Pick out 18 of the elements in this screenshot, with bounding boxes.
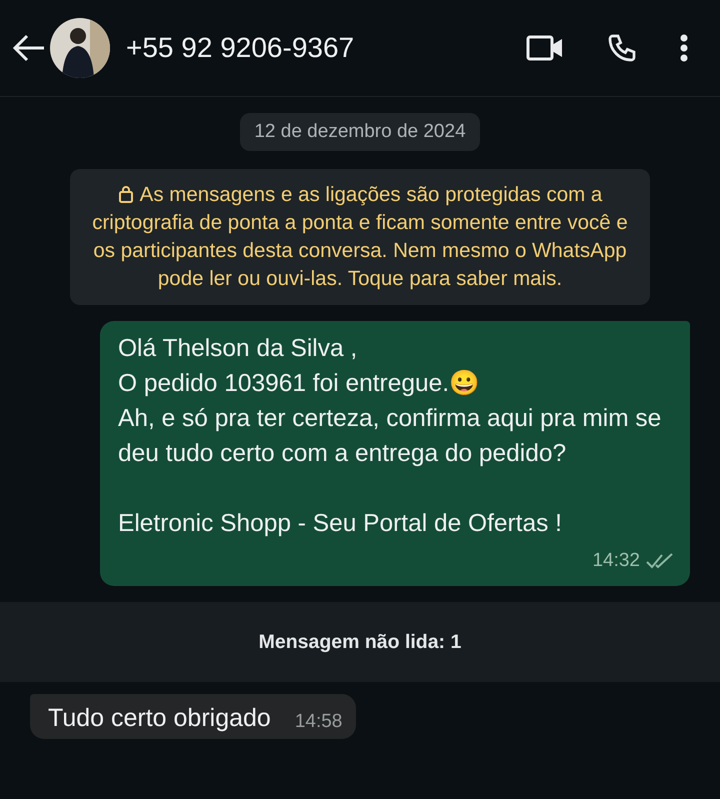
back-button[interactable] <box>12 33 46 63</box>
date-chip: 12 de dezembro de 2024 <box>240 113 480 151</box>
video-call-icon[interactable] <box>526 34 564 62</box>
menu-icon[interactable] <box>680 34 688 62</box>
message-text: Ah, e só pra ter certeza, confirma aqui pra mim se deu tudo certo com a entrega do pedido? <box>118 404 662 469</box>
message-text: Olá Thelson da Silva , <box>118 334 358 364</box>
unread-label: Mensagem não lida: 1 <box>258 630 462 654</box>
message-text: O pedido 103961 foi entregue.😀 <box>118 369 482 399</box>
incoming-message-bubble[interactable]: Tudo certo obrigado 14:58 <box>30 694 356 739</box>
message-time: 14:32 <box>592 549 640 573</box>
phone-icon[interactable] <box>606 32 638 64</box>
encryption-notice[interactable]: As mensagens e as ligações são protegidas com a criptografia de ponta a ponta e ficam somente entre você e os participantes desta conversa. Nem mesmo o WhatsApp pode ler ou ouvi-las. Toque para saber mais. <box>70 169 650 305</box>
contact-name[interactable]: +55 92 9206-9367 <box>126 32 526 64</box>
message-text: Eletronic Shopp - Seu Portal de Ofertas ! <box>118 509 563 539</box>
message-text: Tudo certo obrigado <box>48 704 271 733</box>
outgoing-message-bubble[interactable]: Olá Thelson da Silva , O pedido 103961 foi entregue.😀 Ah, e só pra ter certeza, confirma aqui pra mim se deu tudo certo com a entrega do pedido? Eletronic Shopp - Seu Portal de Ofertas ! 14:32 <box>100 321 690 586</box>
lock-icon <box>118 185 134 203</box>
message-time: 14:58 <box>294 711 342 733</box>
